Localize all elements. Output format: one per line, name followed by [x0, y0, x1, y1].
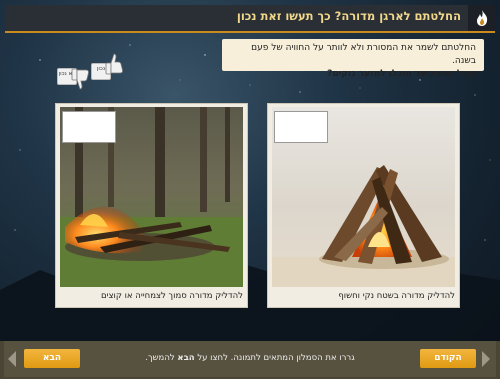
footer-hint: גררו את הסמלון המתאים לתמונה. לחצו על הב…: [100, 353, 400, 363]
instruction-line-1: החלטתם לשמר את המסורת ולא לוותר על החווי…: [251, 43, 476, 66]
title-bar: החלטתם לארגן מדורה? כך תעשו זאת נכון: [5, 5, 495, 33]
next-button[interactable]: הבא: [24, 349, 80, 368]
hint-text-1: גררו את הסמלון המתאים לתמונה. לחצו על: [197, 353, 355, 363]
answer-card-near-vegetation[interactable]: להדליק מדורה סמוך לצמחייה או קוצים: [55, 103, 248, 308]
bottom-bar: הבא גררו את הסמלון המתאים לתמונה. לחצו ע…: [0, 341, 500, 379]
arrow-left-icon[interactable]: [8, 351, 16, 367]
slide-stage: החלטתם לארגן מדורה? כך תעשו זאת נכון החל…: [0, 0, 500, 379]
card-caption: להדליק מדורה סמוך לצמחייה או קוצים: [100, 291, 243, 301]
answer-card-clean-area[interactable]: להדליק מדורה בשטח נקי וחשוף: [267, 103, 460, 308]
hint-text-2: להמשך.: [145, 353, 175, 363]
instruction-box: החלטתם לשמר את המסורת ולא לוותר על החווי…: [222, 39, 484, 79]
card-caption: להדליק מדורה בשטח נקי וחשוף: [338, 291, 455, 301]
page-title: החלטתם לארגן מדורה? כך תעשו זאת נכון: [236, 9, 461, 23]
drop-zone[interactable]: [62, 111, 116, 143]
bottom-bar-inner: הבא גררו את הסמלון המתאים לתמונה. לחצו ע…: [4, 341, 496, 377]
fire-icon: [468, 5, 495, 31]
thumbs-down-icon[interactable]: [70, 66, 91, 91]
hint-text-bold: הבא: [177, 353, 195, 363]
arrow-right-icon[interactable]: [482, 351, 490, 367]
prev-button[interactable]: הקודם: [420, 349, 476, 368]
drop-zone[interactable]: [274, 111, 328, 143]
thumbs-up-icon[interactable]: [104, 52, 125, 77]
instruction-line-2: ובכל זאת-כיצד תוכלו למזער נזקים?: [327, 69, 476, 79]
